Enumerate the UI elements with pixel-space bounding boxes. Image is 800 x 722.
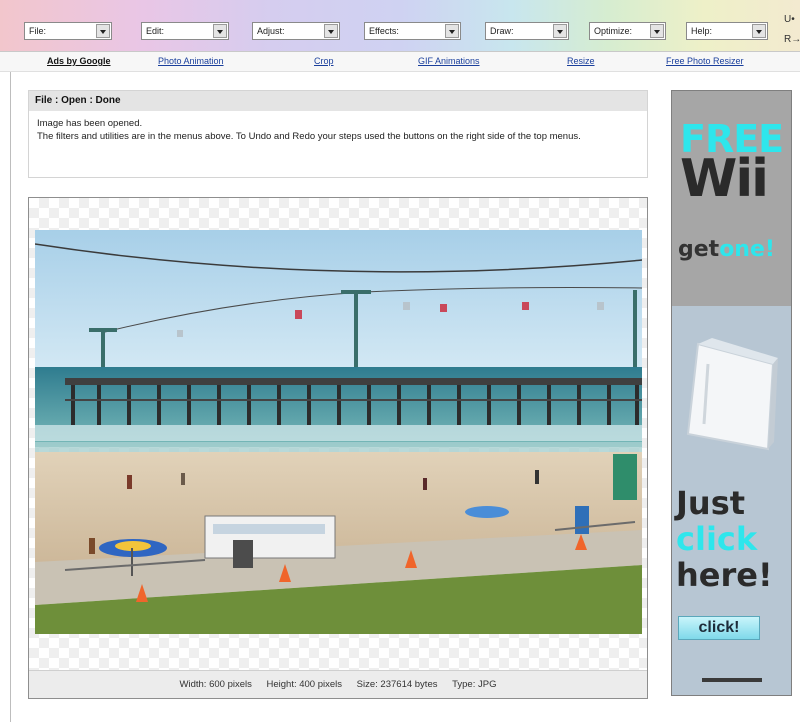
- ad-wii-text: Wii: [680, 149, 769, 209]
- ad-bottom-section: Just click here! click!: [672, 306, 791, 695]
- ad-here-text: here!: [676, 556, 773, 594]
- top-menu-bar: File: Edit: Adjust: Effects: Draw: Optim…: [0, 0, 800, 52]
- effects-menu[interactable]: Effects:: [364, 22, 461, 40]
- status-line-1: Image has been opened.: [37, 118, 143, 129]
- free-photo-resizer-link[interactable]: Free Photo Resizer: [666, 56, 744, 66]
- ad-footer-mark: [702, 678, 762, 682]
- ad-just-text: Just: [676, 484, 746, 522]
- gif-animations-link[interactable]: GIF Animations: [418, 56, 480, 66]
- edit-menu-label: Edit:: [146, 26, 165, 36]
- ads-by-google-link[interactable]: Ads by Google: [47, 56, 111, 66]
- ad-get-one-text: getone!: [678, 237, 775, 262]
- resize-link[interactable]: Resize: [567, 56, 595, 66]
- image-canvas-panel: Width: 600 pixels Height: 400 pixels Siz…: [28, 197, 648, 699]
- help-menu-label: Help:: [691, 26, 713, 36]
- undo-redo-buttons: U• R→: [784, 10, 800, 50]
- status-line-2: The filters and utilities are in the men…: [37, 131, 581, 142]
- ad-click-text: click: [676, 520, 758, 558]
- undo-button[interactable]: U•: [784, 10, 800, 30]
- ad-get-text: get: [678, 237, 720, 262]
- ad-one-text: one!: [719, 237, 775, 262]
- image-height: Height: 400 pixels: [266, 679, 343, 690]
- beach-pier-photo: [35, 230, 642, 634]
- redo-button[interactable]: R→: [784, 30, 800, 50]
- ad-links-row: Ads by Google Photo Animation Crop GIF A…: [0, 52, 800, 72]
- image-size: Size: 237614 bytes: [356, 679, 438, 690]
- adjust-menu-label: Adjust:: [257, 26, 285, 36]
- file-menu-label: File:: [29, 26, 47, 36]
- optimize-menu-label: Optimize:: [594, 26, 633, 36]
- opened-photo[interactable]: [35, 230, 642, 634]
- ad-top-section: FREE Wii getone!: [672, 91, 791, 306]
- wii-ad-banner[interactable]: FREE Wii getone! Just click here! click!: [671, 90, 792, 696]
- chevron-down-icon: [445, 24, 459, 38]
- chevron-down-icon: [324, 24, 338, 38]
- image-info-bar: Width: 600 pixels Height: 400 pixels Siz…: [29, 670, 647, 698]
- draw-menu[interactable]: Draw:: [485, 22, 569, 40]
- chevron-down-icon: [752, 24, 766, 38]
- optimize-menu[interactable]: Optimize:: [589, 22, 666, 40]
- image-width: Width: 600 pixels: [179, 679, 252, 690]
- file-menu[interactable]: File:: [24, 22, 112, 40]
- status-title: File : Open : Done: [29, 91, 647, 111]
- adjust-menu[interactable]: Adjust:: [252, 22, 340, 40]
- edit-menu[interactable]: Edit:: [141, 22, 229, 40]
- help-menu[interactable]: Help:: [686, 22, 768, 40]
- chevron-down-icon: [213, 24, 227, 38]
- wii-console-icon: [686, 338, 778, 451]
- chevron-down-icon: [650, 24, 664, 38]
- status-panel: File : Open : Done Image has been opened…: [28, 90, 648, 178]
- effects-menu-label: Effects:: [369, 26, 399, 36]
- chevron-down-icon: [96, 24, 110, 38]
- ad-click-button[interactable]: click!: [678, 616, 760, 640]
- chevron-down-icon: [553, 24, 567, 38]
- status-message: Image has been opened. The filters and u…: [29, 111, 647, 149]
- draw-menu-label: Draw:: [490, 26, 514, 36]
- crop-link[interactable]: Crop: [314, 56, 334, 66]
- photo-animation-link[interactable]: Photo Animation: [158, 56, 224, 66]
- image-type: Type: JPG: [452, 679, 497, 690]
- left-divider: [10, 72, 11, 722]
